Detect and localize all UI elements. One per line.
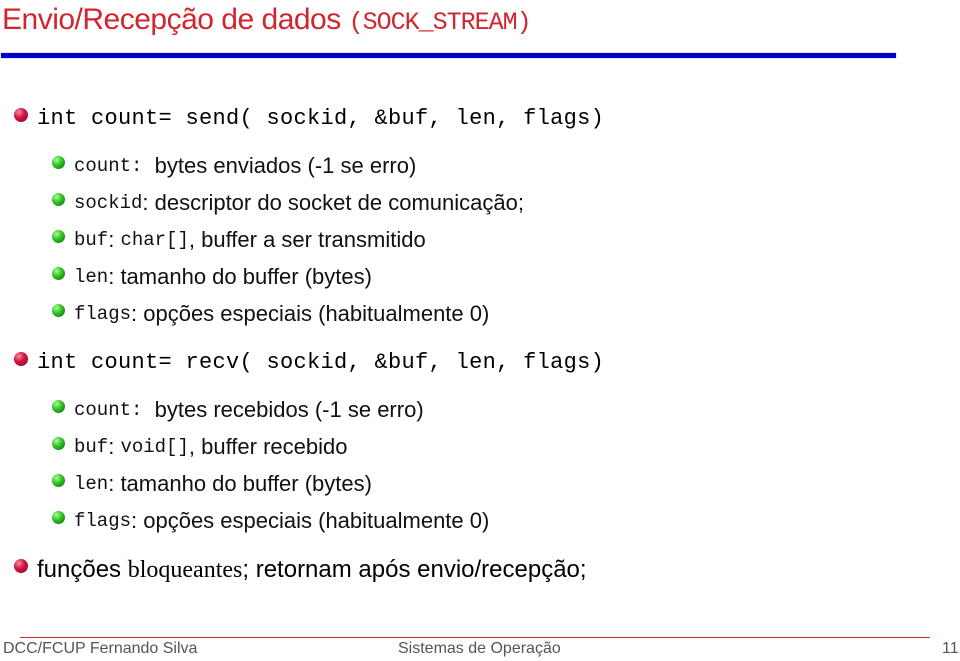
param-desc: : (108, 227, 121, 252)
note-prefix: funções (37, 556, 128, 583)
green-bullet-icon (52, 192, 65, 206)
list-item: len: tamanho do buffer (bytes) (52, 471, 372, 497)
red-bullet-icon (14, 559, 28, 573)
param-desc: : descriptor do socket de comunicação; (142, 190, 524, 215)
footer-author: DCC/FCUP Fernando Silva (3, 640, 198, 657)
param-type: void[] (120, 436, 189, 458)
list-item: flags: opções especiais (habitualmente 0… (52, 508, 489, 534)
red-bullet-icon (14, 107, 28, 122)
green-bullet-icon (52, 229, 65, 243)
param-name: flags (74, 303, 132, 325)
list-item: count: bytes recebidos (-1 se erro) (52, 397, 424, 423)
list-item: buf: void[], buffer recebido (52, 434, 347, 460)
list-item: sockid: descriptor do socket de comunica… (52, 190, 524, 216)
list-item: flags: opções especiais (habitualmente 0… (52, 301, 489, 327)
list-item: buf: char[], buffer a ser transmitido (52, 227, 426, 253)
note-suffix: ; retornam após envio/recepção; (242, 556, 587, 583)
green-bullet-icon (52, 436, 65, 450)
param-name: buf (74, 436, 109, 458)
param-name: flags (74, 510, 132, 532)
param-name: len (74, 473, 109, 495)
note-emphasis: bloqueantes (127, 556, 243, 583)
param-desc: bytes enviados (-1 se erro) (142, 153, 417, 178)
param-desc-2: , buffer a ser transmitido (188, 227, 426, 252)
page-number: 11 (942, 640, 959, 657)
title-rule (1, 53, 896, 58)
param-desc: bytes recebidos (-1 se erro) (142, 397, 424, 422)
green-bullet-icon (52, 155, 65, 169)
list-item-recv: int count= recv( sockid, &buf, len, flag… (14, 350, 604, 375)
list-item: count: bytes enviados (-1 se erro) (52, 153, 416, 179)
green-bullet-icon (52, 473, 65, 487)
recv-signature: int count= recv( sockid, &buf, len, flag… (37, 350, 605, 375)
param-desc: : opções especiais (habitualmente 0) (131, 301, 490, 326)
slide-title-text: Envio/Recepção de dados (2, 3, 349, 36)
param-desc: : opções especiais (habitualmente 0) (131, 508, 490, 533)
param-name: sockid (74, 192, 143, 214)
red-bullet-icon (14, 351, 28, 366)
param-type: char[] (120, 229, 189, 251)
slide-title: Envio/Recepção de dados (SOCK_STREAM) (2, 2, 532, 41)
param-name: len (74, 266, 109, 288)
slide-title-code: (SOCK_STREAM) (348, 8, 532, 37)
green-bullet-icon (52, 303, 65, 317)
list-item-note: funções bloqueantes; retornam após envio… (14, 556, 587, 584)
green-bullet-icon (52, 266, 65, 280)
param-desc: : (108, 434, 121, 459)
param-desc: : tamanho do buffer (bytes) (108, 471, 372, 496)
list-item-send: int count= send( sockid, &buf, len, flag… (14, 106, 604, 131)
footer-rule (20, 637, 930, 638)
footer-course: Sistemas de Operação (398, 640, 561, 657)
send-signature: int count= send( sockid, &buf, len, flag… (37, 106, 605, 131)
param-name: buf (74, 229, 109, 251)
param-name: count: (74, 155, 143, 177)
param-desc-2: , buffer recebido (188, 434, 348, 459)
param-name: count: (74, 399, 143, 421)
green-bullet-icon (52, 399, 65, 413)
green-bullet-icon (52, 510, 65, 524)
param-desc: : tamanho do buffer (bytes) (108, 264, 372, 289)
list-item: len: tamanho do buffer (bytes) (52, 264, 372, 290)
